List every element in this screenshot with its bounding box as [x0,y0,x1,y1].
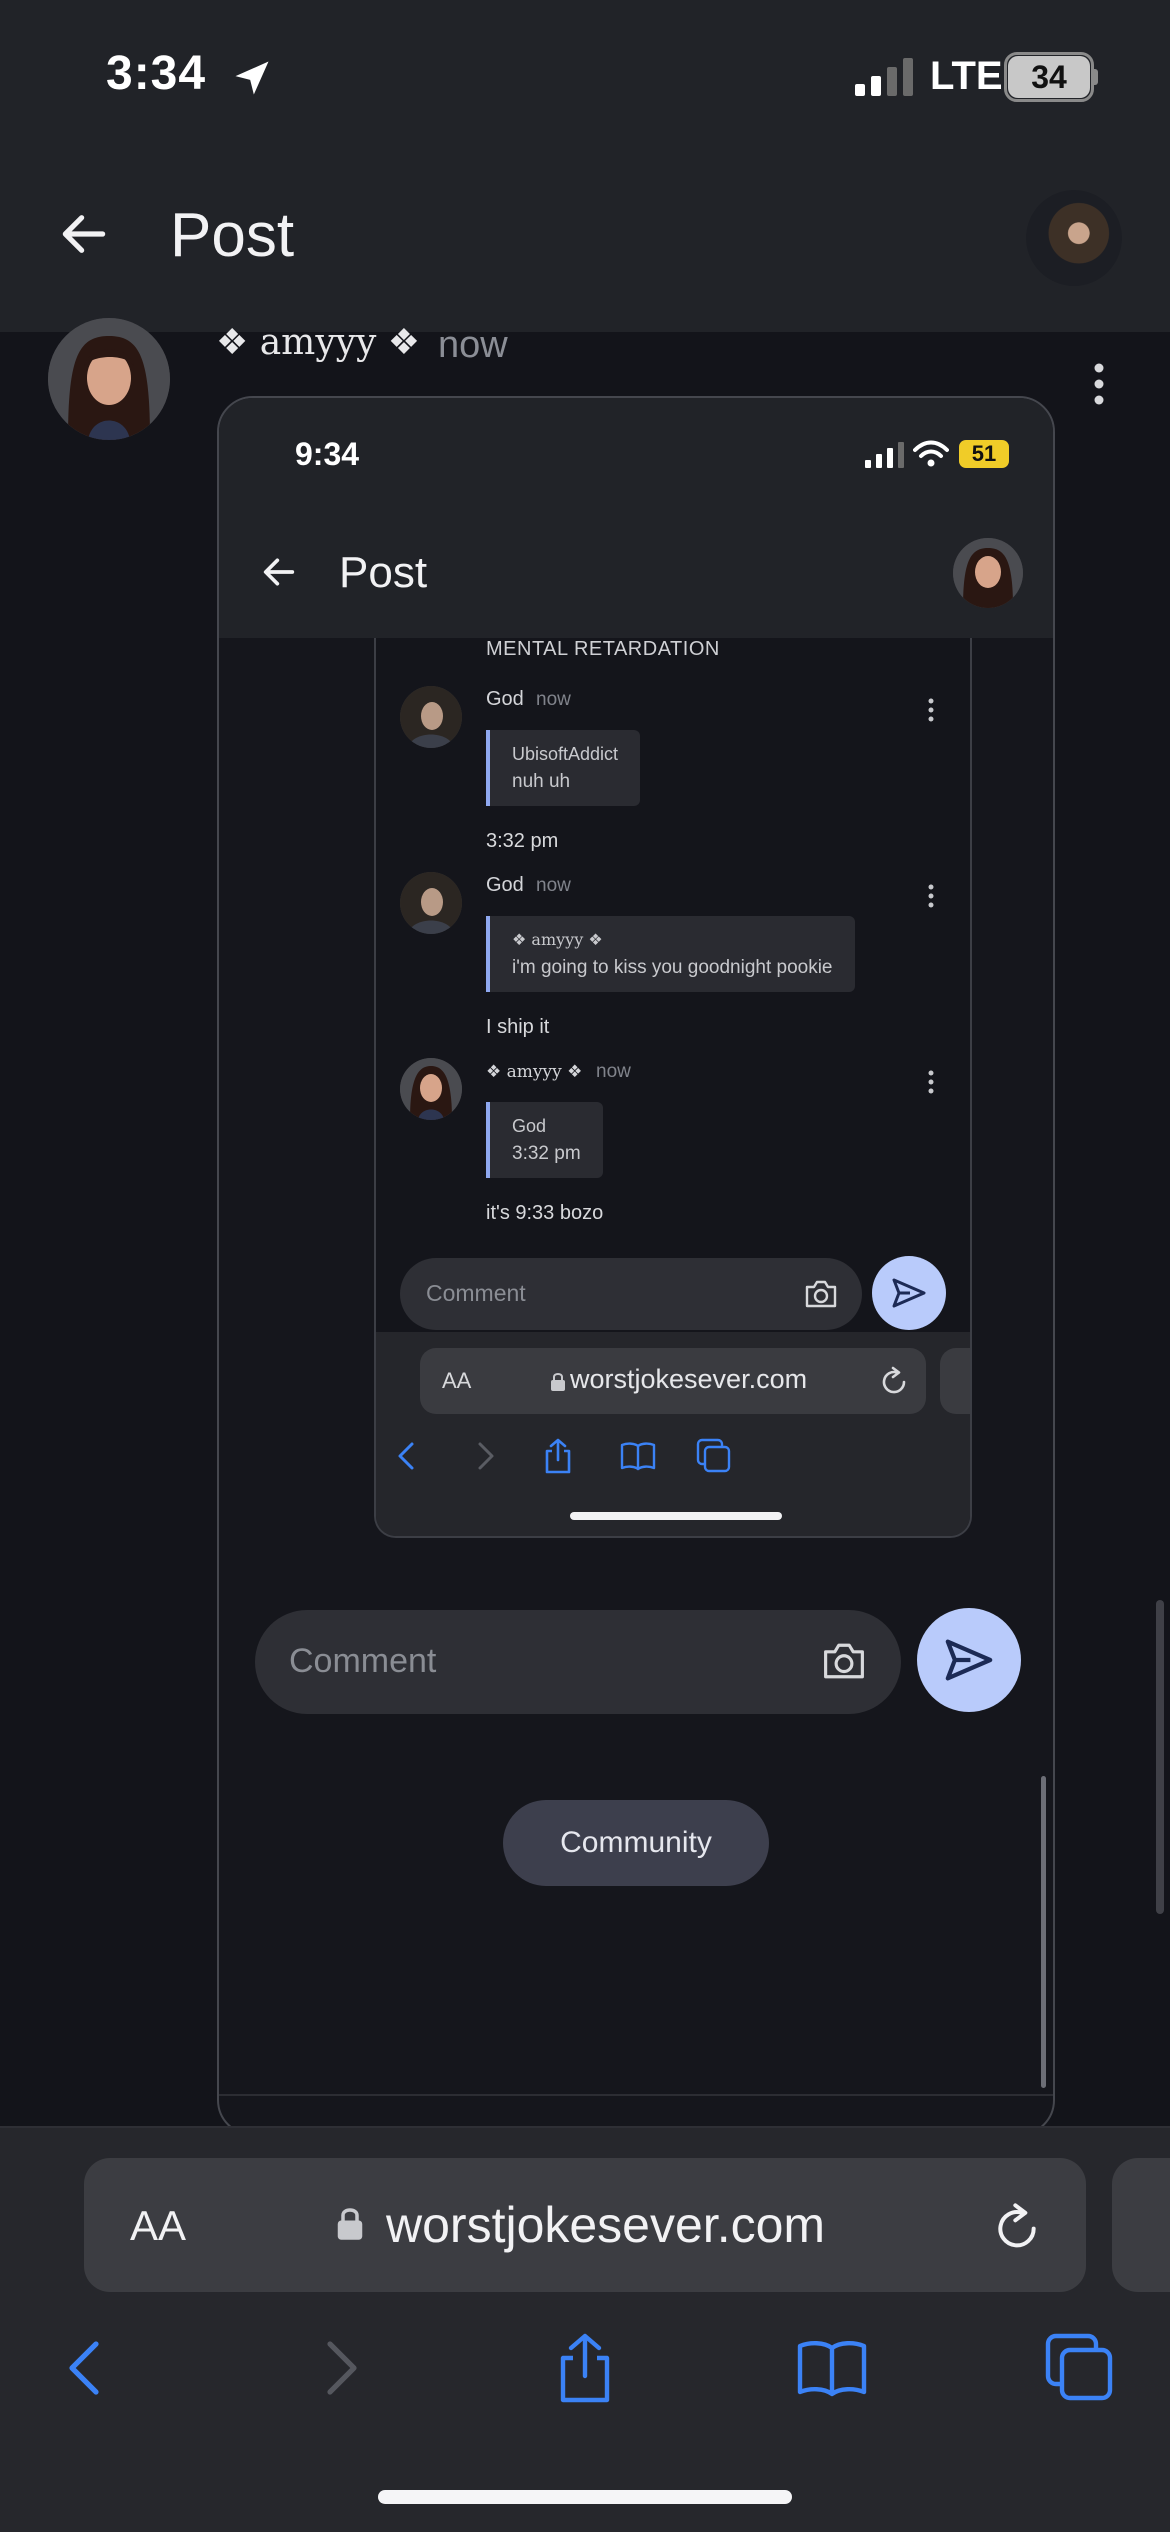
cellular-signal-icon [855,58,913,96]
comment-avatar [400,686,462,748]
comment-time: now [536,689,571,710]
screenshot-send-button [917,1608,1021,1712]
truncated-comment-text: MENTAL RETARDATION [486,638,720,660]
bookmarks-icon[interactable] [792,2328,872,2408]
forward-icon [478,1442,494,1470]
quoted-text: i'm going to kiss you goodnight pookie [512,957,833,978]
back-icon [398,1442,414,1470]
bookmarks-icon [620,1442,656,1471]
post-time: now [438,324,508,366]
screenshot-status-time: 9:34 [295,436,360,472]
comment-placeholder: Comment [426,1280,526,1306]
app-header: Post [0,150,1170,332]
camera-icon [805,1280,837,1308]
screenshot-battery-level: 51 [959,440,1009,468]
comment-avatar [400,1058,462,1120]
screenshot-divider [219,2094,1053,2096]
reload-icon [882,1366,906,1394]
network-type: LTE [930,54,1003,98]
quoted-author: UbisoftAddict [512,744,619,764]
cellular-signal-icon [865,442,904,468]
screenshot-scrollbar [1041,1776,1046,2088]
screenshot-profile-avatar [953,538,1023,608]
screenshot-header: Post [219,508,1053,638]
page-scrollbar[interactable] [1156,1600,1164,1914]
back-arrow-icon [263,558,295,586]
post-author-name[interactable]: ❖ amyyy ❖ [216,322,420,363]
comment-placeholder: Comment [289,1642,437,1680]
back-arrow-icon[interactable] [56,206,112,262]
text-size-button[interactable]: AA [130,2202,186,2250]
more-options-icon [928,698,934,722]
nested-url-text: worstjokesever.com [570,1364,808,1394]
quoted-reply: UbisoftAddict nuh uh [486,730,641,806]
forward-icon[interactable] [300,2328,380,2408]
quoted-text: 3:32 pm [512,1143,581,1164]
status-time: 3:34 [106,47,207,100]
text-size-button: AA [442,1368,472,1393]
battery-nub [1093,69,1098,85]
quoted-reply: God 3:32 pm [486,1102,603,1178]
reload-icon[interactable] [992,2202,1042,2252]
address-bar[interactable]: AA worstjokesever.com [84,2158,1086,2292]
nested-safari-toolbar: AA worstjokesever.com [376,1332,970,1536]
comment-body: I ship it [486,1016,550,1038]
quoted-text: nuh uh [512,771,571,792]
comment-time: now [536,875,571,896]
safari-toolbar: AA worstjokesever.com [0,2126,1170,2532]
avatar-illustration [953,538,1023,608]
post-author-avatar[interactable] [48,318,170,440]
quoted-author: ❖ amyyy ❖ [512,930,603,949]
page-title: Post [170,201,295,270]
comment-input: Comment [400,1258,862,1330]
avatar-illustration [48,318,170,440]
send-icon [892,1278,926,1308]
nested-screenshot: MENTAL RETARDATION God now UbisoftAddict… [374,638,972,1538]
comment-body: it's 9:33 bozo [486,1202,604,1224]
url-text[interactable]: worstjokesever.com [386,2196,825,2254]
post-image-screenshot[interactable]: 9:34 51 Post MENTAL RETARDATION God now … [217,396,1055,2136]
camera-icon [824,1643,864,1679]
profile-avatar[interactable] [1026,190,1122,286]
lock-icon [551,1373,565,1391]
quoted-reply: ❖ amyyy ❖ i'm going to kiss you goodnigh… [486,916,855,992]
comment-time: now [596,1061,631,1082]
tabs-icon[interactable] [1040,2328,1120,2408]
comment-author: God [486,874,524,896]
screenshot-page-title: Post [339,548,428,597]
comment-author: ❖ amyyy ❖ [486,1062,583,1082]
tabs-icon [696,1438,731,1473]
back-icon[interactable] [46,2328,126,2408]
comment-author: God [486,688,524,710]
send-button [872,1256,946,1330]
nested-home-indicator [570,1512,782,1520]
comment-avatar [400,872,462,934]
wifi-icon [913,440,949,467]
next-tab-peek[interactable] [1112,2158,1170,2292]
community-button: Community [503,1800,769,1886]
next-tab-peek [940,1348,970,1414]
share-icon [545,1438,571,1474]
more-options-icon [928,1070,934,1094]
quoted-author: God [512,1116,547,1136]
location-arrow-icon [235,61,269,95]
lock-icon [337,2208,363,2240]
more-options-icon[interactable] [1084,362,1114,406]
send-icon [945,1639,993,1681]
battery-level: 34 [1008,56,1090,98]
more-options-icon [928,884,934,908]
screenshot-status-bar: 9:34 51 [219,398,1053,508]
comment-body: 3:32 pm [486,830,559,852]
home-indicator [378,2490,792,2504]
share-icon[interactable] [545,2328,625,2408]
status-bar: 3:34 LTE 34 [0,0,1170,150]
screenshot-comment-input: Comment [255,1610,901,1714]
nested-address-bar: AA worstjokesever.com [420,1348,926,1414]
